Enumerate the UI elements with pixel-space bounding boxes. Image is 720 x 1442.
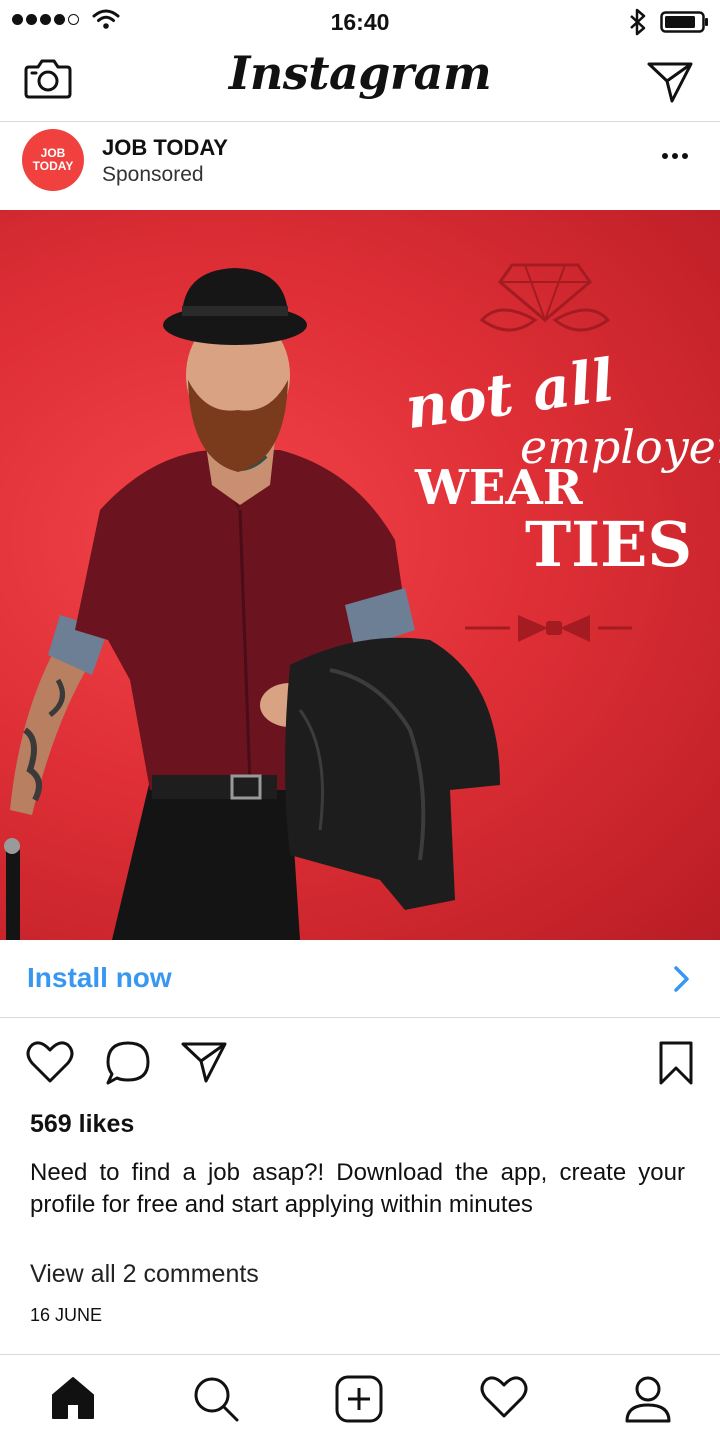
post-date: 16 JUNE: [30, 1305, 103, 1325]
home-icon[interactable]: [50, 1375, 96, 1421]
profile-icon[interactable]: [624, 1375, 672, 1423]
instagram-logo: Instagram: [228, 46, 492, 100]
status-time: 16:40: [330, 9, 390, 35]
install-now-link[interactable]: Install now: [27, 962, 172, 994]
chevron-right-icon[interactable]: [672, 965, 692, 993]
activity-icon[interactable]: [480, 1375, 528, 1419]
direct-message-icon[interactable]: [646, 60, 694, 104]
battery-icon: [660, 11, 708, 33]
bookmark-icon[interactable]: [658, 1040, 694, 1086]
avatar[interactable]: JOB TODAY: [22, 129, 84, 191]
post-header: JOB TODAY JOB TODAY Sponsored: [0, 123, 720, 210]
new-post-icon[interactable]: [335, 1375, 383, 1423]
bluetooth-icon: [630, 8, 646, 36]
comment-icon[interactable]: [104, 1040, 152, 1086]
app-header: Instagram: [0, 44, 720, 122]
share-icon[interactable]: [180, 1040, 228, 1084]
account-name[interactable]: JOB TODAY: [102, 135, 228, 161]
view-comments-link[interactable]: View all 2 comments: [30, 1260, 259, 1289]
install-now-bar[interactable]: Install now: [0, 940, 720, 1018]
heart-icon[interactable]: [26, 1040, 74, 1084]
more-options-icon[interactable]: [662, 153, 688, 159]
status-bar: 16:40: [0, 0, 720, 44]
post-image[interactable]: not all employers WEAR TIES: [0, 210, 720, 940]
post-actions: [0, 1030, 720, 1100]
search-icon[interactable]: [192, 1375, 240, 1423]
sponsored-label: Sponsored: [102, 163, 204, 186]
post-caption: Need to find a job asap?! Download the a…: [30, 1159, 685, 1218]
bottom-tab-bar: [0, 1354, 720, 1442]
avatar-text-line2: TODAY: [32, 159, 74, 173]
likes-count[interactable]: 569 likes: [30, 1110, 134, 1139]
ad-headline-line4: TIES: [525, 508, 693, 581]
